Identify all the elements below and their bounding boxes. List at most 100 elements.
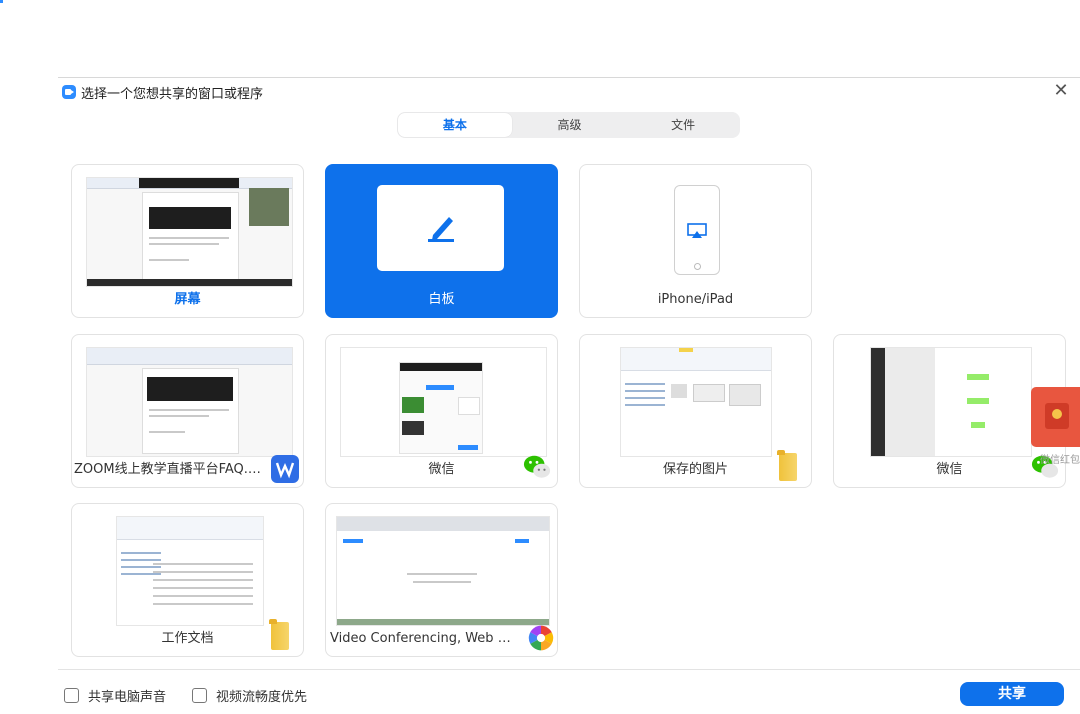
thumb-file [671, 384, 687, 398]
wps-icon [271, 455, 299, 483]
thumb-file-row [153, 579, 253, 581]
thumb-text-line [413, 581, 471, 583]
thumb-meeting-bar [400, 363, 482, 371]
thumb-share-button [458, 445, 478, 450]
thumb-window-preview [402, 421, 424, 435]
wechat-thumbnail [340, 347, 547, 457]
thumb-text-line [407, 573, 477, 575]
coin-icon [1052, 409, 1062, 419]
thumb-sidebar-item [121, 552, 161, 554]
folder-icon [269, 619, 289, 650]
tile-label: 白板 [428, 292, 455, 307]
thumb-text-line [149, 237, 229, 239]
thumb-text-line [149, 259, 189, 261]
screen-thumbnail [86, 177, 293, 287]
bottom-divider [58, 669, 1080, 670]
thumb-chat-list [885, 348, 935, 456]
thumb-tab-bar [426, 385, 454, 390]
thumb-footer-image [337, 619, 549, 625]
red-packet-widget[interactable] [1031, 387, 1080, 447]
thumb-sidebar-item [625, 404, 665, 406]
tile-saved-pictures[interactable]: 保存的图片 [579, 334, 812, 488]
zoom-logo-icon [62, 85, 76, 99]
thumb-toolbar [87, 348, 292, 365]
thumb-wechat-sidebar [871, 348, 885, 456]
thumb-message-bubble [967, 374, 989, 380]
explorer-thumbnail [620, 347, 772, 457]
tile-label: 保存的图片 [662, 462, 728, 477]
checkbox-box[interactable] [192, 688, 207, 703]
thumb-ribbon [117, 517, 263, 540]
close-button[interactable]: ✕ [1052, 82, 1070, 100]
tile-wechat-1[interactable]: 微信 [325, 334, 558, 488]
chrome-icon [527, 624, 555, 652]
tile-iphone-ipad[interactable]: iPhone/iPad [579, 164, 812, 318]
thumb-file-row [153, 603, 253, 605]
checkbox-box[interactable] [64, 688, 79, 703]
thumb-camera-view [249, 188, 289, 226]
thumb-file-row [153, 595, 253, 597]
airplay-icon [687, 223, 707, 238]
document-thumbnail [86, 347, 293, 457]
thumb-page [142, 368, 239, 454]
tile-label: Video Conferencing, Web Confer... [330, 631, 519, 646]
tile-chrome-zoom[interactable]: Video Conferencing, Web Confer... [325, 503, 558, 657]
thumb-video-strip [149, 207, 231, 229]
whiteboard-preview [377, 185, 504, 271]
thumb-meeting-bar [139, 178, 239, 188]
phone-frame [674, 185, 720, 275]
wechat-chat-thumbnail [870, 347, 1032, 457]
corner-marker [0, 0, 3, 3]
thumb-taskbar [87, 279, 292, 286]
thumb-sidebar-item [121, 559, 161, 561]
explorer-thumbnail [116, 516, 264, 626]
thumb-sidebar-item [121, 573, 161, 575]
tile-wps-document[interactable]: ZOOM线上教学直播平台FAQ.do... [71, 334, 304, 488]
thumb-file [693, 384, 725, 402]
thumb-video-strip [147, 377, 233, 401]
red-packet-label: 微信红包 [1040, 455, 1080, 466]
browser-thumbnail [336, 516, 550, 626]
thumb-sidebar-item [625, 390, 665, 392]
pencil-icon [428, 217, 454, 242]
thumb-sidebar-item [625, 397, 665, 399]
thumb-text-line [149, 243, 219, 245]
thumb-ribbon [621, 348, 771, 371]
thumb-page [142, 192, 239, 284]
thumb-zoom-logo [343, 539, 363, 543]
tile-screen[interactable]: 屏幕 [71, 164, 304, 318]
folder-icon [777, 450, 797, 481]
thumb-button [515, 539, 529, 543]
dialog-header: 选择一个您想共享的窗口或程序 [62, 83, 264, 102]
tile-label: 工作文档 [161, 631, 214, 646]
tab-files[interactable]: 文件 [626, 112, 740, 138]
thumb-message-bubble [967, 398, 989, 404]
top-divider [58, 77, 1080, 78]
thumb-browser-tabs [337, 517, 549, 531]
thumb-ribbon-tab [679, 348, 693, 352]
optimize-video-checkbox[interactable]: 视频流畅度优先 [192, 686, 307, 705]
thumb-text-line [149, 409, 229, 411]
share-audio-checkbox[interactable]: 共享电脑声音 [64, 686, 166, 705]
thumb-iphone-preview [458, 397, 480, 415]
checkbox-label: 共享电脑声音 [88, 690, 167, 705]
thumb-message-bubble [971, 422, 985, 428]
share-button[interactable]: 共享 [960, 682, 1064, 706]
checkbox-label: 视频流畅度优先 [216, 690, 308, 705]
thumb-sidebar-item [625, 383, 665, 385]
tile-label: iPhone/iPad [657, 292, 734, 307]
tile-label: 屏幕 [174, 292, 201, 307]
tile-whiteboard[interactable]: 白板 [325, 164, 558, 318]
tab-basic[interactable]: 基本 [398, 113, 512, 137]
phone-home-button [694, 263, 701, 270]
thumb-text-line [149, 431, 185, 433]
tile-work-documents[interactable]: 工作文档 [71, 503, 304, 657]
thumb-sidebar [625, 378, 665, 411]
share-tabs: 基本 高级 文件 [397, 112, 740, 138]
dialog-title: 选择一个您想共享的窗口或程序 [81, 86, 264, 102]
wechat-icon [523, 453, 551, 481]
thumb-file-row [153, 587, 253, 589]
thumb-file-row [153, 571, 253, 573]
thumb-file-row [153, 563, 253, 565]
tab-advanced[interactable]: 高级 [513, 112, 627, 138]
